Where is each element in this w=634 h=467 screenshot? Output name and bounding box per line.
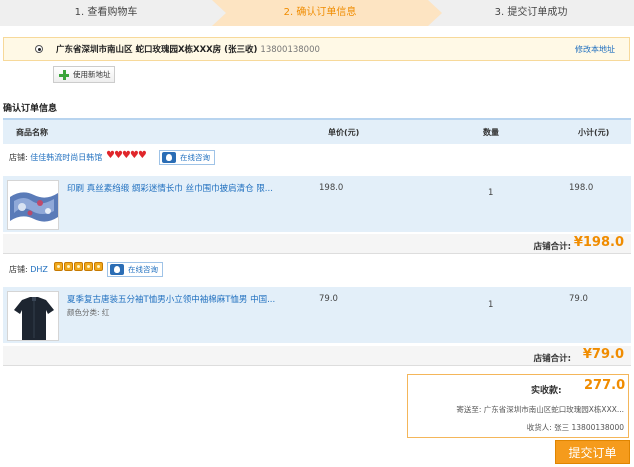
- table-header: 商品名称 单价(元) 数量 小计(元): [3, 118, 631, 144]
- table-row: 印刷 真丝素绉缎 绸彩迷情长巾 丝巾围巾披肩清仓 限... 198.0 1 19…: [3, 176, 631, 232]
- product-name-link[interactable]: 印刷 真丝素绉缎 绸彩迷情长巾 丝巾围巾披肩清仓 限...: [67, 182, 273, 194]
- product-name-link[interactable]: 夏季复古唐装五分袖T恤男小立领中袖棉麻T恤男 中国...: [67, 293, 275, 305]
- edit-address-link[interactable]: 修改本地址: [575, 44, 615, 55]
- online-chat-button[interactable]: 在线咨询: [107, 262, 163, 277]
- unit-price: 198.0: [319, 183, 344, 193]
- shop-total-label: 店铺合计:: [533, 242, 571, 252]
- ship-to: 寄送至: 广东省深圳市南山区蛇口玫瑰园X栋XXX...: [456, 405, 624, 414]
- new-address-label: 使用新地址: [73, 70, 111, 79]
- header-subtotal: 小计(元): [578, 128, 610, 137]
- header-qty: 数量: [483, 128, 499, 137]
- crown-icon: [54, 262, 104, 274]
- qq-icon: [110, 264, 124, 275]
- heart-icon: ♥♥♥♥♥: [106, 150, 147, 161]
- product-thumbnail[interactable]: [7, 291, 59, 341]
- shop-label: 店铺: DHZ: [9, 265, 48, 274]
- order-summary: 实收款: 277.0 寄送至: 广东省深圳市南山区蛇口玫瑰园X栋XXX... 收…: [407, 374, 629, 438]
- new-address-button[interactable]: 使用新地址: [53, 66, 115, 83]
- shop-total-value: ¥79.0: [582, 347, 624, 362]
- step-confirm-order: 2. 确认订单信息: [212, 0, 428, 26]
- shop-total-label: 店铺合计:: [533, 354, 571, 364]
- address-text: 广东省深圳市南山区 蛇口玫瑰园X栋XXX房 (张三收) 13800138000: [56, 45, 320, 55]
- product-thumbnail[interactable]: [7, 180, 59, 230]
- address-phone: 13800138000: [260, 45, 320, 55]
- submit-order-button[interactable]: 提交订单: [555, 440, 630, 464]
- step-arrow: [428, 0, 442, 26]
- address-option[interactable]: 广东省深圳市南山区 蛇口玫瑰园X栋XXX房 (张三收) 13800138000 修…: [3, 37, 630, 61]
- step-view-cart: 1. 查看购物车: [0, 0, 212, 26]
- unit-price: 79.0: [319, 294, 338, 304]
- item-subtotal: 79.0: [569, 294, 588, 304]
- shop-row: 店铺: DHZ 在线咨询: [3, 258, 631, 280]
- quantity: 1: [488, 188, 494, 198]
- qq-icon: [162, 152, 176, 163]
- shop-name-link[interactable]: DHZ: [30, 265, 48, 274]
- section-title: 确认订单信息: [3, 104, 58, 114]
- shop-total-value: ¥198.0: [573, 235, 624, 250]
- shop-total-row: 店铺合计: ¥198.0: [3, 234, 631, 254]
- quantity: 1: [488, 300, 494, 310]
- item-subtotal: 198.0: [569, 183, 594, 193]
- step-submit-success: 3. 提交订单成功: [428, 0, 634, 26]
- receiver: 收货人: 张三 13800138000: [526, 423, 624, 432]
- payment-label: 实收款:: [531, 386, 562, 396]
- address-radio[interactable]: [35, 45, 43, 53]
- plus-icon: [59, 70, 69, 80]
- shop-label: 店铺: 佳佳韩流时尚日韩馆: [9, 153, 103, 162]
- online-chat-button[interactable]: 在线咨询: [159, 150, 215, 165]
- checkout-steps: 1. 查看购物车 2. 确认订单信息 3. 提交订单成功: [0, 0, 634, 26]
- shop-row: 店铺: 佳佳韩流时尚日韩馆 ♥♥♥♥♥ 在线咨询: [3, 146, 631, 168]
- payment-value: 277.0: [584, 378, 626, 393]
- step-arrow: [212, 0, 226, 26]
- shop-total-row: 店铺合计: ¥79.0: [3, 346, 631, 366]
- header-name: 商品名称: [16, 128, 48, 137]
- product-spec: 颜色分类: 红: [67, 308, 110, 317]
- table-row: 夏季复古唐装五分袖T恤男小立领中袖棉麻T恤男 中国... 颜色分类: 红 79.…: [3, 287, 631, 343]
- header-price: 单价(元): [328, 128, 360, 137]
- shop-name-link[interactable]: 佳佳韩流时尚日韩馆: [30, 153, 102, 162]
